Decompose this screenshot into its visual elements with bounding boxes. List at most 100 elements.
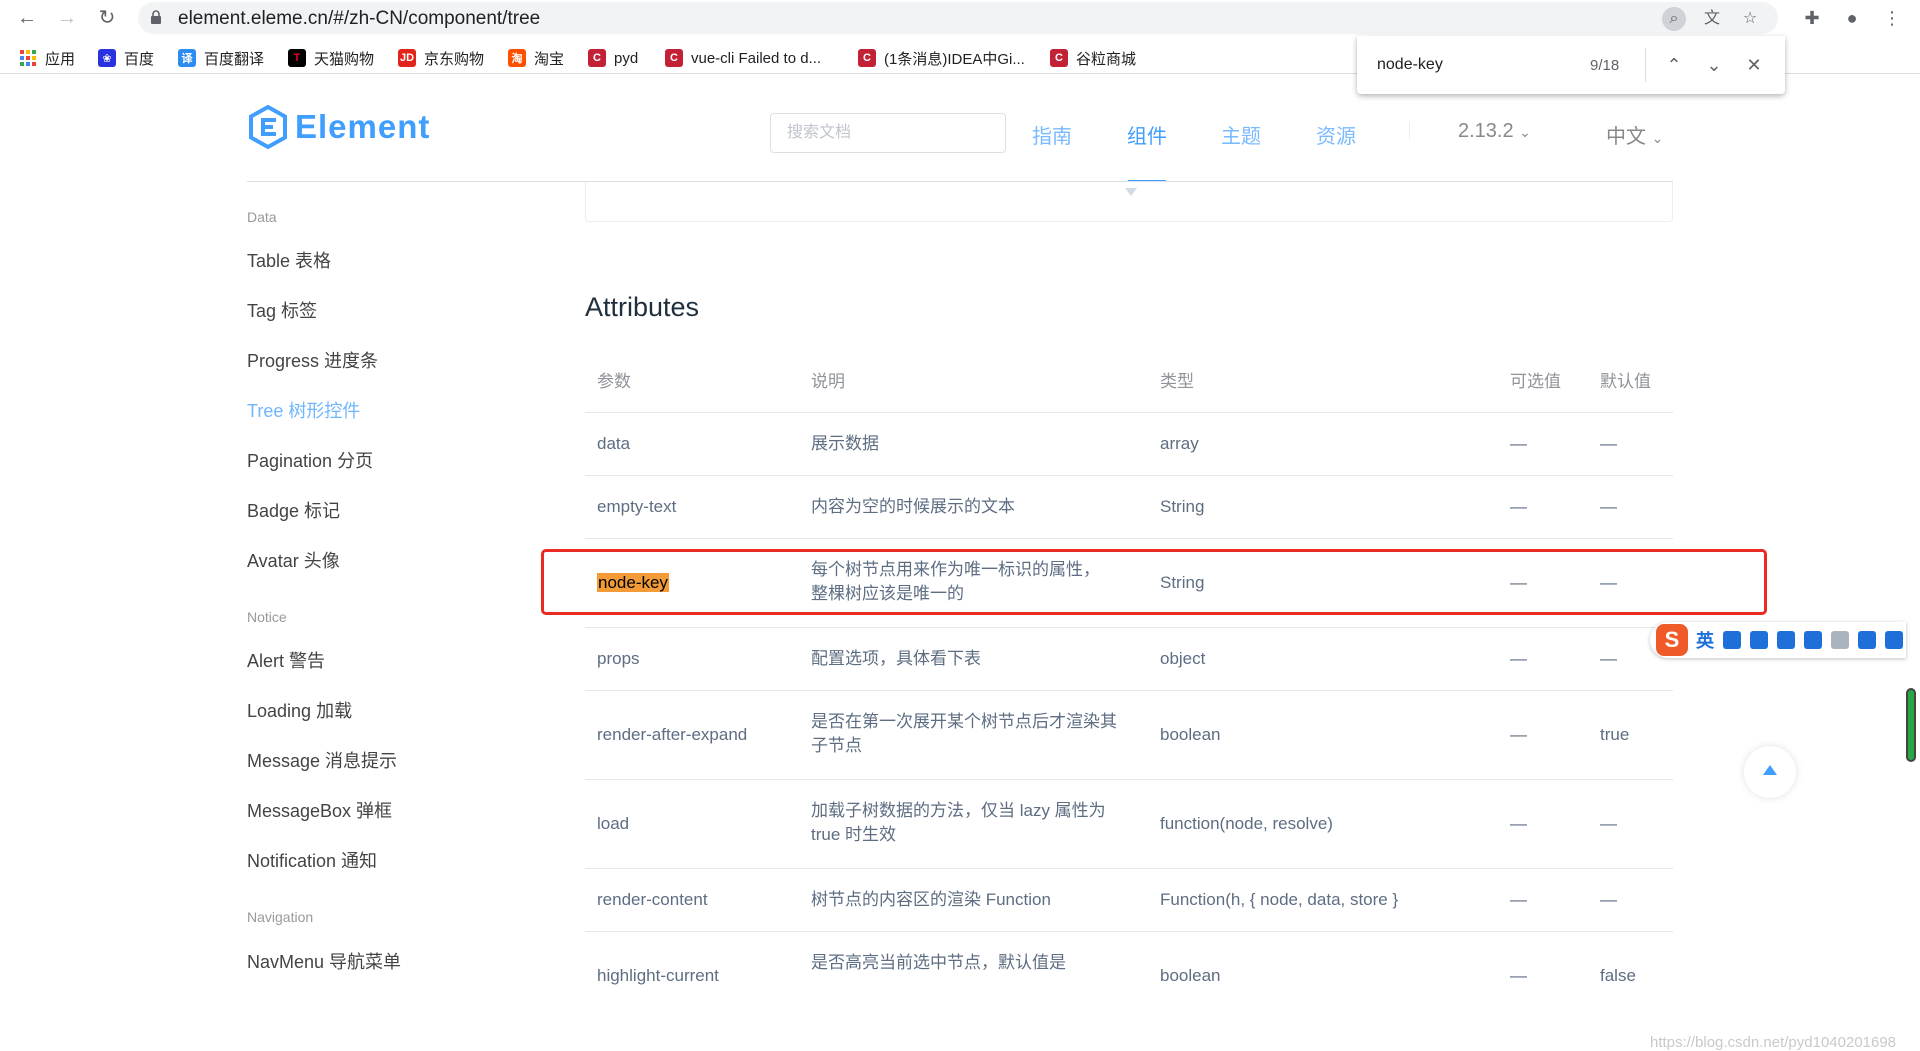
- tmall-icon: T: [288, 49, 306, 67]
- default-cell: —: [1600, 434, 1617, 453]
- microphone-icon[interactable]: [1777, 631, 1795, 649]
- forward-icon[interactable]: →: [53, 4, 81, 32]
- column-header: 参数: [597, 372, 631, 391]
- reload-icon[interactable]: ↻: [93, 4, 121, 32]
- type-cell: String: [1160, 497, 1205, 516]
- ime-mode[interactable]: 英: [1696, 627, 1714, 653]
- apps-icon: [19, 49, 37, 67]
- options-cell: —: [1510, 890, 1527, 909]
- nav-theme[interactable]: 主题: [1221, 120, 1261, 149]
- element-logo[interactable]: Element: [247, 104, 430, 150]
- csdn-icon: C: [588, 49, 606, 67]
- jd-icon: JD: [398, 49, 416, 67]
- options-cell: —: [1510, 434, 1527, 453]
- sidebar-item-loading[interactable]: Loading 加载: [247, 697, 352, 723]
- keyboard-icon[interactable]: [1804, 631, 1822, 649]
- find-previous-icon[interactable]: ⌃: [1661, 52, 1687, 78]
- sidebar-item-avatar[interactable]: Avatar 头像: [247, 547, 340, 573]
- translate-icon[interactable]: 文: [1700, 7, 1724, 31]
- default-cell: true: [1600, 725, 1630, 744]
- address-bar[interactable]: element.eleme.cn/#/zh-CN/component/tree …: [138, 2, 1778, 34]
- bookmark-baidu[interactable]: ❀ 百度: [98, 46, 154, 70]
- star-icon[interactable]: ☆: [1738, 7, 1762, 31]
- skin-icon[interactable]: [1858, 631, 1876, 649]
- sidebar-item-tree[interactable]: Tree 树形控件: [247, 397, 360, 423]
- nav-resource[interactable]: 资源: [1316, 120, 1356, 149]
- desc-cell: 配置选项，具体看下表: [811, 649, 981, 668]
- table-row: render-content 树节点的内容区的渲染 Function Funct…: [585, 869, 1673, 932]
- bookmark-apps[interactable]: 应用: [19, 46, 75, 70]
- sidebar-item-alert[interactable]: Alert 警告: [247, 647, 325, 673]
- nav-guide[interactable]: 指南: [1032, 120, 1072, 149]
- sidebar-item-table[interactable]: Table 表格: [247, 247, 331, 273]
- scrollbar-thumb[interactable]: [1906, 688, 1916, 762]
- table-row: highlight-current 是否高亮当前选中节点，默认值是 boolea…: [585, 932, 1673, 1021]
- bookmark-idea[interactable]: C (1条消息)IDEA中Gi...: [858, 46, 1025, 70]
- table-row: props 配置选项，具体看下表 object — —: [585, 628, 1673, 691]
- find-input[interactable]: node-key: [1377, 56, 1443, 74]
- logo-text: Element: [295, 108, 431, 145]
- user-icon[interactable]: [1831, 631, 1849, 649]
- back-icon[interactable]: ←: [13, 4, 41, 32]
- language-dropdown[interactable]: 中文 ⌄: [1606, 120, 1663, 149]
- sidebar-item-notification[interactable]: Notification 通知: [247, 847, 377, 873]
- chevron-down-icon: ⌄: [1519, 124, 1531, 140]
- param-cell: render-content: [597, 890, 708, 909]
- menu-icon[interactable]: ⋮: [1880, 6, 1904, 30]
- sidebar-item-tag[interactable]: Tag 标签: [247, 297, 317, 323]
- default-cell: false: [1600, 966, 1636, 985]
- options-cell: —: [1510, 725, 1527, 744]
- find-next-icon[interactable]: ⌄: [1701, 52, 1727, 78]
- find-in-page-icon[interactable]: ⌕: [1662, 7, 1686, 31]
- sidebar-item-navmenu[interactable]: NavMenu 导航菜单: [247, 948, 401, 974]
- sidebar-item-progress[interactable]: Progress 进度条: [247, 347, 378, 373]
- csdn-icon: C: [1050, 49, 1068, 67]
- find-count: 9/18: [1590, 57, 1620, 74]
- type-cell: array: [1160, 434, 1199, 453]
- element-docs-page: Element 搜索文档 指南 组件 主题 资源 2.13.2 ⌄ 中文 ⌄ D…: [0, 76, 1920, 1051]
- bookmark-jd[interactable]: JD 京东购物: [398, 46, 484, 70]
- docs-search-input[interactable]: 搜索文档: [770, 113, 1006, 153]
- param-cell: props: [597, 649, 640, 668]
- toolbox-icon[interactable]: [1885, 631, 1903, 649]
- nav-component[interactable]: 组件: [1127, 120, 1167, 149]
- bookmark-baidu-translate[interactable]: 译 百度翻译: [178, 46, 264, 70]
- bookmark-vue-cli[interactable]: C vue-cli Failed to d...: [665, 46, 821, 70]
- desc-cell: 是否在第一次展开某个树节点后才渲染其子节点: [811, 712, 1117, 755]
- options-cell: —: [1510, 966, 1527, 985]
- back-to-top-button[interactable]: [1744, 746, 1796, 798]
- ime-toolbar: S 英: [1650, 622, 1906, 658]
- desc-cell: 是否高亮当前选中节点，默认值是: [811, 953, 1066, 972]
- section-title: Attributes: [585, 292, 700, 322]
- annotation-highlight-box: [541, 549, 1767, 615]
- version-dropdown[interactable]: 2.13.2 ⌄: [1458, 120, 1531, 143]
- attributes-table: 参数 说明 类型 可选值 默认值 data 展示数据 array — — emp…: [585, 350, 1673, 1021]
- sidebar-item-badge[interactable]: Badge 标记: [247, 497, 340, 523]
- param-cell: data: [597, 434, 631, 453]
- table-row: data 展示数据 array — —: [585, 413, 1673, 476]
- desc-cell: 展示数据: [811, 434, 879, 453]
- bookmark-guli[interactable]: C 谷粒商城: [1050, 46, 1136, 70]
- sidebar-item-messagebox[interactable]: MessageBox 弹框: [247, 797, 392, 823]
- default-cell: —: [1600, 649, 1617, 668]
- sidebar-item-message[interactable]: Message 消息提示: [247, 747, 397, 773]
- sogou-logo-icon[interactable]: S: [1656, 624, 1688, 656]
- url-text[interactable]: element.eleme.cn/#/zh-CN/component/tree: [178, 8, 540, 30]
- emoji-icon[interactable]: [1750, 631, 1768, 649]
- sidebar-item-pagination[interactable]: Pagination 分页: [247, 447, 373, 473]
- bookmark-taobao[interactable]: 淘 淘宝: [508, 46, 564, 70]
- find-close-icon[interactable]: ✕: [1741, 52, 1767, 78]
- bookmark-pyd[interactable]: C pyd: [588, 46, 638, 70]
- extensions-icon[interactable]: ✚: [1800, 6, 1824, 30]
- punctuation-icon[interactable]: [1723, 631, 1741, 649]
- column-header: 默认值: [1600, 372, 1651, 391]
- options-cell: —: [1510, 649, 1527, 668]
- desc-cell: 加载子树数据的方法，仅当 lazy 属性为true 时生效: [811, 801, 1106, 844]
- bookmark-tmall[interactable]: T 天猫购物: [288, 46, 374, 70]
- profile-icon[interactable]: ●: [1840, 6, 1864, 30]
- table-row: load 加载子树数据的方法，仅当 lazy 属性为true 时生效 funct…: [585, 780, 1673, 869]
- options-cell: —: [1510, 497, 1527, 516]
- demo-code-toggle[interactable]: [585, 182, 1673, 222]
- chevron-down-icon: ⌄: [1651, 130, 1664, 146]
- taobao-icon: 淘: [508, 49, 526, 67]
